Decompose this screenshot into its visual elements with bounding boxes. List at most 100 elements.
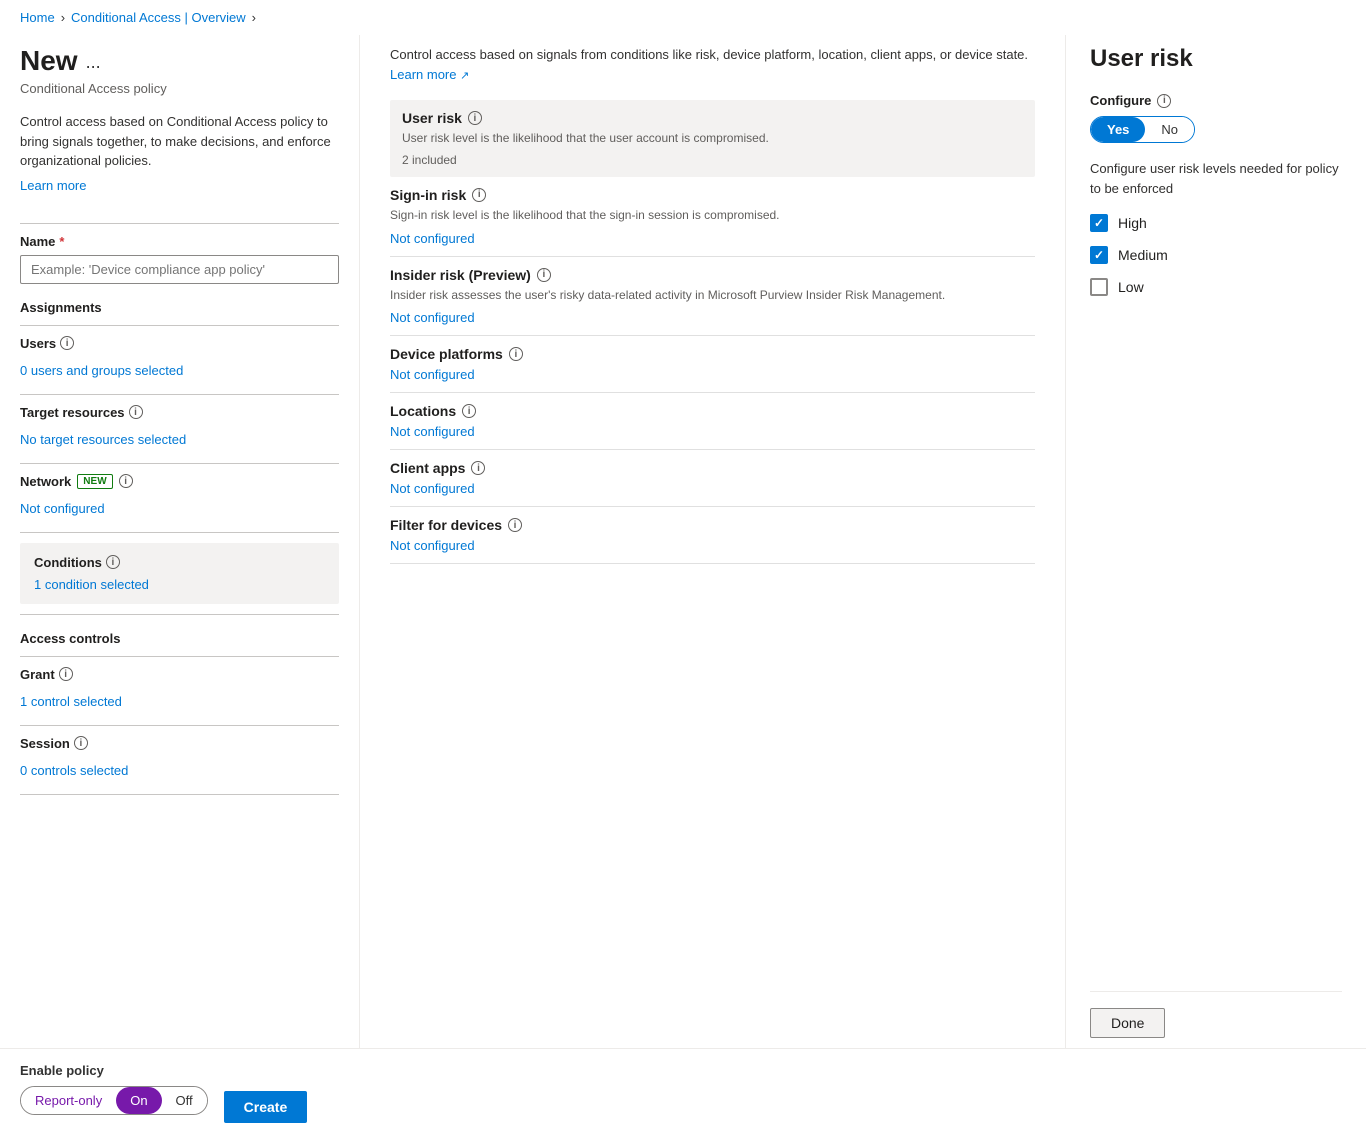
target-resources-info-icon[interactable]: i	[129, 405, 143, 419]
breadcrumb: Home › Conditional Access | Overview ›	[0, 0, 1366, 35]
name-input[interactable]	[20, 255, 339, 284]
condition-info-icon-sign-in-risk[interactable]: i	[472, 188, 486, 202]
session-section: Session i 0 controls selected	[20, 736, 339, 784]
required-star: *	[59, 234, 64, 249]
breadcrumb-sep1: ›	[61, 10, 65, 25]
checkboxes-list: ✓High✓MediumLow	[1090, 214, 1342, 310]
checkbox-item-high: ✓ High	[1090, 214, 1342, 232]
condition-status-link-device-platforms[interactable]: Not configured	[390, 367, 475, 382]
users-label: Users i	[20, 336, 339, 351]
session-link[interactable]: 0 controls selected	[20, 757, 339, 784]
checkmark-icon: ✓	[1094, 248, 1104, 262]
network-section: Network NEW i Not configured	[20, 474, 339, 522]
users-link[interactable]: 0 users and groups selected	[20, 357, 339, 384]
condition-row-locations[interactable]: Locations i Not configured	[390, 393, 1035, 450]
page-title: New	[20, 45, 78, 77]
checkbox-low[interactable]	[1090, 278, 1108, 296]
condition-status-link-locations[interactable]: Not configured	[390, 424, 475, 439]
target-divider	[20, 463, 339, 464]
condition-label-client-apps: Client apps	[390, 460, 465, 476]
conditions-section[interactable]: Conditions i 1 condition selected	[20, 543, 339, 604]
condition-status-user-risk: 2 included	[402, 153, 1023, 167]
left-learn-more[interactable]: Learn more	[20, 178, 86, 193]
divider-name	[20, 223, 339, 224]
condition-row-sign-in-risk[interactable]: Sign-in risk i Sign-in risk level is the l…	[390, 177, 1035, 257]
checkbox-item-low: Low	[1090, 278, 1342, 296]
access-controls-section: Access controls Grant i 1 control select…	[20, 631, 339, 795]
condition-desc-insider-risk: Insider risk assesses the user's risky d…	[390, 287, 1035, 304]
checkbox-medium[interactable]: ✓	[1090, 246, 1108, 264]
create-button[interactable]: Create	[224, 1091, 308, 1123]
condition-row-insider-risk[interactable]: Insider risk (Preview)iInsider risk asse…	[390, 257, 1035, 337]
users-divider	[20, 394, 339, 395]
yes-no-toggle: Yes No	[1090, 116, 1195, 143]
target-resources-link[interactable]: No target resources selected	[20, 426, 339, 453]
page-subtitle: Conditional Access policy	[20, 81, 339, 96]
condition-label-locations: Locations	[390, 403, 456, 419]
condition-status-link-insider-risk[interactable]: Not configured	[390, 310, 475, 325]
condition-info-icon-device-platforms[interactable]: i	[509, 347, 523, 361]
condition-status-link-filter-devices[interactable]: Not configured	[390, 538, 475, 553]
grant-info-icon[interactable]: i	[59, 667, 73, 681]
condition-status-link-sign-in-risk[interactable]: Not configured	[390, 231, 475, 246]
target-resources-section: Target resources i No target resources s…	[20, 405, 339, 453]
condition-info-icon-filter-devices[interactable]: i	[508, 518, 522, 532]
session-info-icon[interactable]: i	[74, 736, 88, 750]
panels-row: New ... Conditional Access policy Contro…	[0, 35, 1366, 1048]
target-resources-label: Target resources i	[20, 405, 339, 420]
network-status-link[interactable]: Not configured	[20, 495, 339, 522]
left-column: New ... Conditional Access policy Contro…	[0, 35, 360, 1048]
condition-row-device-platforms[interactable]: Device platforms i Not configured	[390, 336, 1035, 393]
condition-label-device-platforms: Device platforms	[390, 346, 503, 362]
checkbox-label-low: Low	[1118, 279, 1144, 295]
access-controls-label: Access controls	[20, 631, 339, 646]
ellipsis-button[interactable]: ...	[86, 52, 101, 73]
configure-info-icon[interactable]: i	[1157, 94, 1171, 108]
configure-desc: Configure user risk levels needed for po…	[1090, 159, 1342, 198]
toggle-on[interactable]: On	[116, 1087, 161, 1114]
breadcrumb-home[interactable]: Home	[20, 10, 55, 25]
condition-label-user-risk: User risk	[402, 110, 462, 126]
middle-description: Control access based on signals from con…	[390, 45, 1035, 84]
toggle-report-only[interactable]: Report-only	[21, 1087, 116, 1114]
condition-row-user-risk[interactable]: User risk i User risk level is the likelih…	[390, 100, 1035, 177]
grant-divider	[20, 725, 339, 726]
condition-status-link-client-apps[interactable]: Not configured	[390, 481, 475, 496]
name-field-label: Name *	[20, 234, 339, 249]
configure-label: Configure i	[1090, 93, 1342, 108]
no-button[interactable]: No	[1145, 117, 1194, 142]
right-bottom: Done	[1090, 991, 1342, 1038]
done-button[interactable]: Done	[1090, 1008, 1165, 1038]
grant-link[interactable]: 1 control selected	[20, 688, 339, 715]
conditions-info-icon[interactable]: i	[106, 555, 120, 569]
session-label: Session i	[20, 736, 339, 751]
yes-button[interactable]: Yes	[1091, 117, 1145, 142]
middle-learn-more[interactable]: Learn more ↗	[390, 67, 469, 82]
network-divider	[20, 532, 339, 533]
condition-label-sign-in-risk: Sign-in risk	[390, 187, 466, 203]
bottom-bar: Enable policy Report-only On Off Create	[0, 1048, 1366, 1141]
condition-desc-user-risk: User risk level is the likelihood that t…	[402, 130, 1023, 147]
condition-info-icon-client-apps[interactable]: i	[471, 461, 485, 475]
breadcrumb-overview[interactable]: Conditional Access | Overview	[71, 10, 246, 25]
access-controls-divider	[20, 656, 339, 657]
middle-column: Control access based on signals from con…	[360, 35, 1066, 1048]
users-info-icon[interactable]: i	[60, 336, 74, 350]
condition-label-filter-devices: Filter for devices	[390, 517, 502, 533]
grant-label: Grant i	[20, 667, 339, 682]
toggle-off[interactable]: Off	[162, 1087, 207, 1114]
network-info-icon[interactable]: i	[119, 474, 133, 488]
condition-info-icon-user-risk[interactable]: i	[468, 111, 482, 125]
condition-desc-sign-in-risk: Sign-in risk level is the likelihood tha…	[390, 207, 1035, 224]
checkbox-high[interactable]: ✓	[1090, 214, 1108, 232]
conditions-link[interactable]: 1 condition selected	[34, 577, 149, 592]
conditions-list: User risk i User risk level is the likelih…	[390, 100, 1035, 564]
condition-row-filter-devices[interactable]: Filter for devices i Not configured	[390, 507, 1035, 564]
condition-info-icon-locations[interactable]: i	[462, 404, 476, 418]
condition-row-client-apps[interactable]: Client apps i Not configured	[390, 450, 1035, 507]
page-container: Home › Conditional Access | Overview › N…	[0, 0, 1366, 1141]
checkbox-label-high: High	[1118, 215, 1147, 231]
policy-toggle: Report-only On Off	[20, 1086, 208, 1115]
breadcrumb-sep2: ›	[252, 10, 256, 25]
condition-info-icon-insider-risk[interactable]: i	[537, 268, 551, 282]
